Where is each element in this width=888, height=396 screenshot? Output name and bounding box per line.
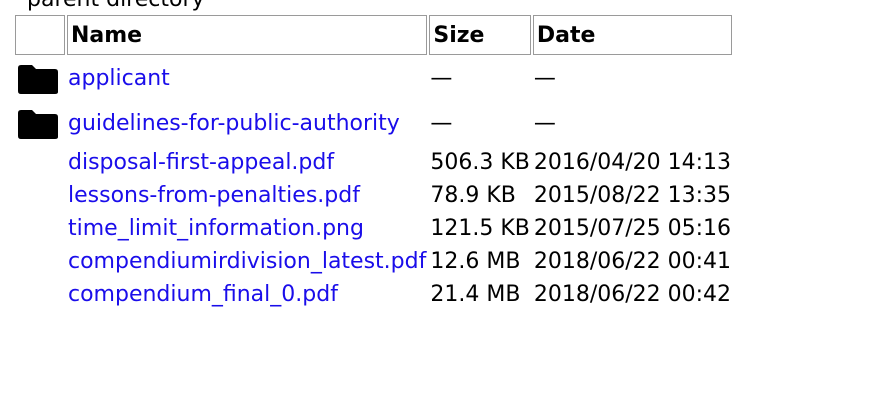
file-icon-placeholder (15, 180, 65, 211)
table-row: compendiumirdivision_latest.pdf 12.6 MB … (15, 246, 732, 277)
header-name[interactable]: Name (67, 15, 428, 55)
table-row: applicant — — (15, 57, 732, 100)
date-cell: 2018/06/22 00:41 (533, 249, 732, 274)
folder-link-guidelines[interactable]: guidelines-for-public-authority (68, 111, 400, 136)
date-cell: 2015/08/22 13:35 (533, 183, 732, 208)
date-cell: — (533, 111, 556, 136)
table-row: lessons-from-penalties.pdf 78.9 KB 2015/… (15, 180, 732, 211)
size-cell: 12.6 MB (430, 249, 521, 274)
date-cell: 2016/04/20 14:13 (533, 150, 732, 175)
date-cell: 2015/07/25 05:16 (533, 216, 732, 241)
size-cell: — (430, 111, 453, 136)
table-row: disposal-first-appeal.pdf 506.3 KB 2016/… (15, 147, 732, 178)
header-size[interactable]: Size (429, 15, 531, 55)
size-cell: 121.5 KB (430, 216, 530, 241)
size-cell: — (430, 66, 453, 91)
file-link[interactable]: disposal-first-appeal.pdf (68, 150, 334, 175)
file-icon-placeholder (15, 147, 65, 178)
table-row: guidelines-for-public-authority — — (15, 102, 732, 145)
table-row: time_limit_information.png 121.5 KB 2015… (15, 213, 732, 244)
file-link[interactable]: compendium_final_0.pdf (68, 282, 338, 307)
table-header-row: Name Size Date (15, 15, 733, 55)
file-link[interactable]: time_limit_information.png (68, 216, 364, 241)
folder-link-applicant[interactable]: applicant (68, 66, 170, 91)
header-date[interactable]: Date (532, 15, 733, 55)
size-cell: 21.4 MB (430, 282, 521, 307)
header-icon-column (15, 15, 65, 55)
file-link[interactable]: lessons-from-penalties.pdf (68, 183, 360, 208)
table-row: compendium_final_0.pdf 21.4 MB 2018/06/2… (15, 279, 732, 310)
size-cell: 506.3 KB (430, 150, 530, 175)
file-listing-table: Name Size Date applicant — — guidelines-… (13, 13, 734, 312)
file-icon-placeholder (15, 246, 65, 277)
date-cell: 2018/06/22 00:42 (533, 282, 732, 307)
date-cell: — (533, 66, 556, 91)
parent-directory-text: parent directory (27, 0, 205, 14)
file-link[interactable]: compendiumirdivision_latest.pdf (68, 249, 426, 274)
size-cell: 78.9 KB (430, 183, 516, 208)
folder-icon (18, 64, 58, 94)
file-icon-placeholder (15, 213, 65, 244)
folder-icon (18, 109, 58, 139)
file-icon-placeholder (15, 279, 65, 310)
